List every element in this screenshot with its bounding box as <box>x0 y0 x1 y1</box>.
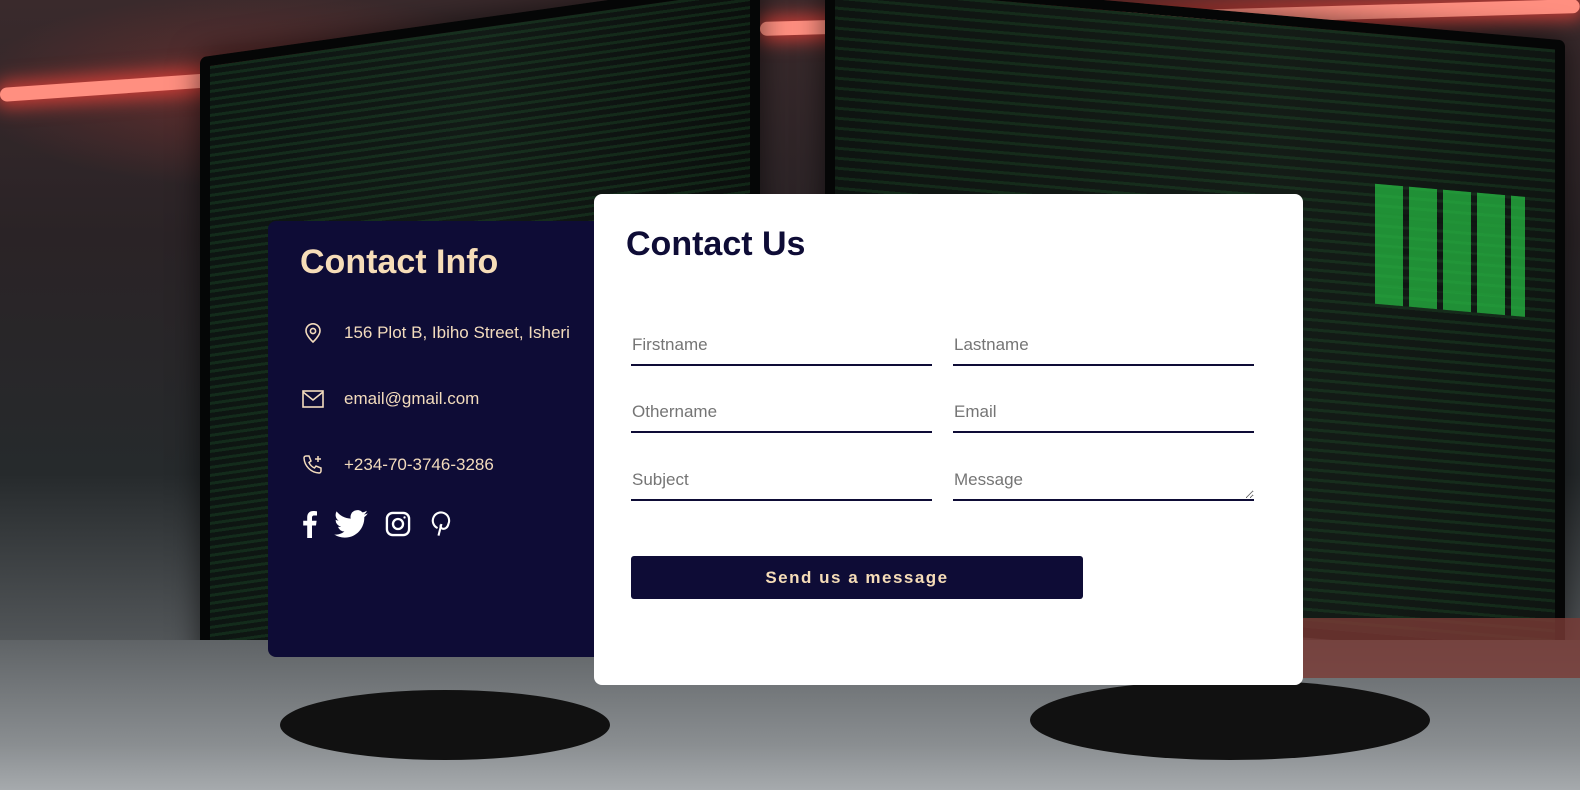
pinterest-icon[interactable] <box>428 508 456 540</box>
email-input[interactable] <box>953 393 1254 433</box>
monitor-stand <box>1030 680 1430 760</box>
firstname-input[interactable] <box>631 326 932 366</box>
contact-info-panel: Contact Info 156 Plot B, Ibiho Street, I… <box>268 221 609 657</box>
lastname-input[interactable] <box>953 326 1254 366</box>
facebook-icon[interactable] <box>300 508 318 540</box>
contact-info-list: 156 Plot B, Ibiho Street, Isheri email@g… <box>300 318 577 480</box>
contact-info-title: Contact Info <box>300 243 499 281</box>
location-pin-icon <box>300 320 326 346</box>
instagram-icon[interactable] <box>384 508 412 540</box>
desk-object <box>1280 618 1580 678</box>
monitor-stand <box>280 690 610 760</box>
phone-icon <box>300 452 326 478</box>
envelope-icon <box>300 386 326 412</box>
othername-input[interactable] <box>631 393 932 433</box>
phone-text[interactable]: +234-70-3746-3286 <box>344 455 494 475</box>
message-textarea[interactable] <box>953 461 1254 501</box>
send-message-button[interactable]: Send us a message <box>631 556 1083 599</box>
address-text: 156 Plot B, Ibiho Street, Isheri <box>344 323 570 342</box>
contact-us-title: Contact Us <box>626 225 806 263</box>
social-links <box>300 508 577 540</box>
address-row: 156 Plot B, Ibiho Street, Isheri <box>300 318 577 348</box>
monitor-screen-grid <box>1375 183 1525 317</box>
subject-input[interactable] <box>631 461 932 501</box>
contact-page: Contact Info 156 Plot B, Ibiho Street, I… <box>0 0 1580 790</box>
email-text[interactable]: email@gmail.com <box>344 389 479 409</box>
contact-form-panel: Contact Us Send us a message <box>594 194 1303 685</box>
email-row: email@gmail.com <box>300 384 577 414</box>
phone-row: +234-70-3746-3286 <box>300 450 577 480</box>
twitter-icon[interactable] <box>334 508 368 540</box>
